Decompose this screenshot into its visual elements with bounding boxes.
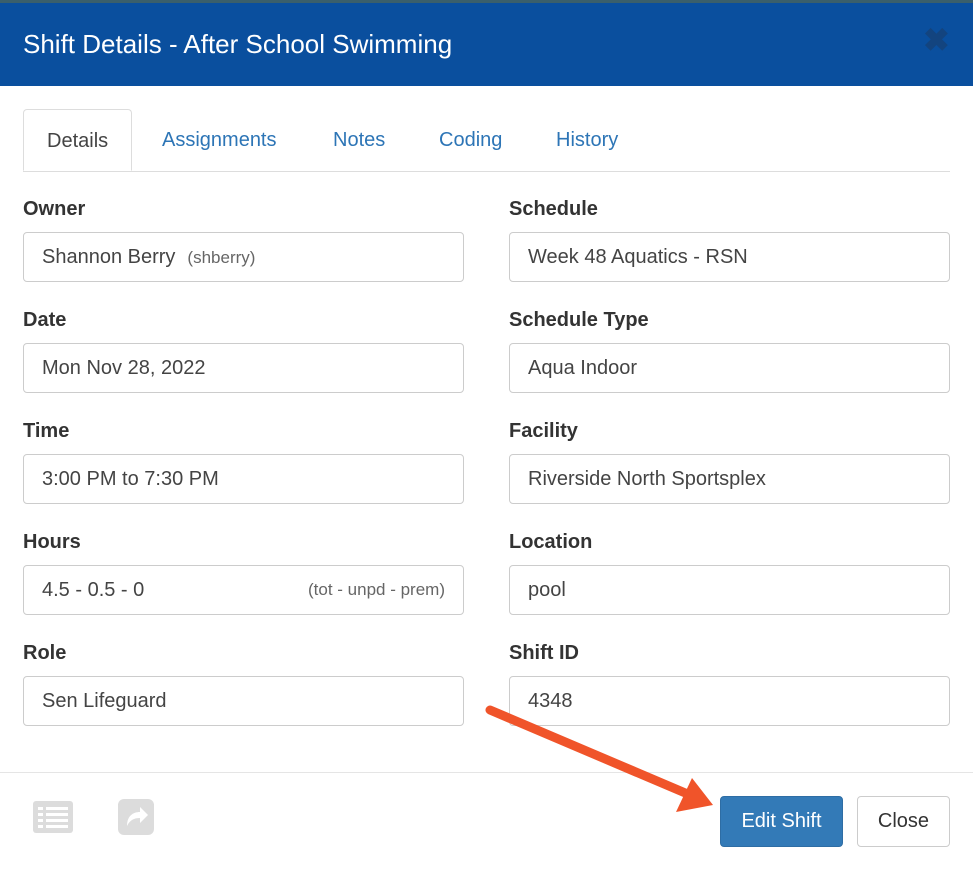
close-button[interactable]: Close — [857, 796, 950, 847]
date-field: Mon Nov 28, 2022 — [23, 343, 464, 393]
tab-notes[interactable]: Notes — [333, 109, 385, 171]
facility-value: Riverside North Sportsplex — [528, 468, 766, 490]
owner-field: Shannon Berry (shberry) — [23, 232, 464, 282]
schedule-type-field: Aqua Indoor — [509, 343, 950, 393]
dialog-title: Shift Details - After School Swimming — [23, 29, 453, 59]
owner-value: Shannon Berry — [42, 246, 176, 268]
tab-bar: Details Assignments Notes Coding History — [23, 109, 950, 172]
share-forward-icon[interactable] — [117, 798, 155, 836]
edit-shift-button[interactable]: Edit Shift — [720, 796, 843, 847]
tab-coding[interactable]: Coding — [439, 109, 502, 171]
role-label: Role — [23, 642, 67, 664]
tab-history[interactable]: History — [556, 109, 618, 171]
time-label: Time — [23, 420, 70, 442]
hours-value: 4.5 - 0.5 - 0 — [42, 579, 145, 601]
schedule-value: Week 48 Aquatics - RSN — [528, 246, 748, 268]
close-icon[interactable]: ✖ — [923, 24, 950, 56]
schedule-label: Schedule — [509, 198, 598, 220]
schedule-type-label: Schedule Type — [509, 309, 649, 331]
shift-id-label: Shift ID — [509, 642, 579, 664]
role-value: Sen Lifeguard — [42, 690, 167, 712]
location-label: Location — [509, 531, 593, 553]
location-field: pool — [509, 565, 950, 615]
tab-assignments[interactable]: Assignments — [162, 109, 277, 171]
role-field: Sen Lifeguard — [23, 676, 464, 726]
hours-field: 4.5 - 0.5 - 0 (tot - unpd - prem) — [23, 565, 464, 615]
date-value: Mon Nov 28, 2022 — [42, 357, 206, 379]
time-field: 3:00 PM to 7:30 PM — [23, 454, 464, 504]
schedule-field: Week 48 Aquatics - RSN — [509, 232, 950, 282]
owner-username: (shberry) — [187, 248, 256, 267]
hours-hint: (tot - unpd - prem) — [308, 580, 445, 599]
facility-label: Facility — [509, 420, 578, 442]
location-value: pool — [528, 579, 566, 601]
list-icon[interactable] — [32, 800, 74, 834]
schedule-type-value: Aqua Indoor — [528, 357, 637, 379]
shift-id-field: 4348 — [509, 676, 950, 726]
date-label: Date — [23, 309, 67, 331]
hours-label: Hours — [23, 531, 81, 553]
tab-details[interactable]: Details — [23, 109, 133, 171]
footer-divider — [0, 772, 973, 773]
dialog-header: Shift Details - After School Swimming ✖ — [0, 3, 973, 86]
owner-label: Owner — [23, 198, 86, 220]
time-value: 3:00 PM to 7:30 PM — [42, 468, 219, 490]
shift-id-value: 4348 — [528, 690, 573, 712]
facility-field: Riverside North Sportsplex — [509, 454, 950, 504]
